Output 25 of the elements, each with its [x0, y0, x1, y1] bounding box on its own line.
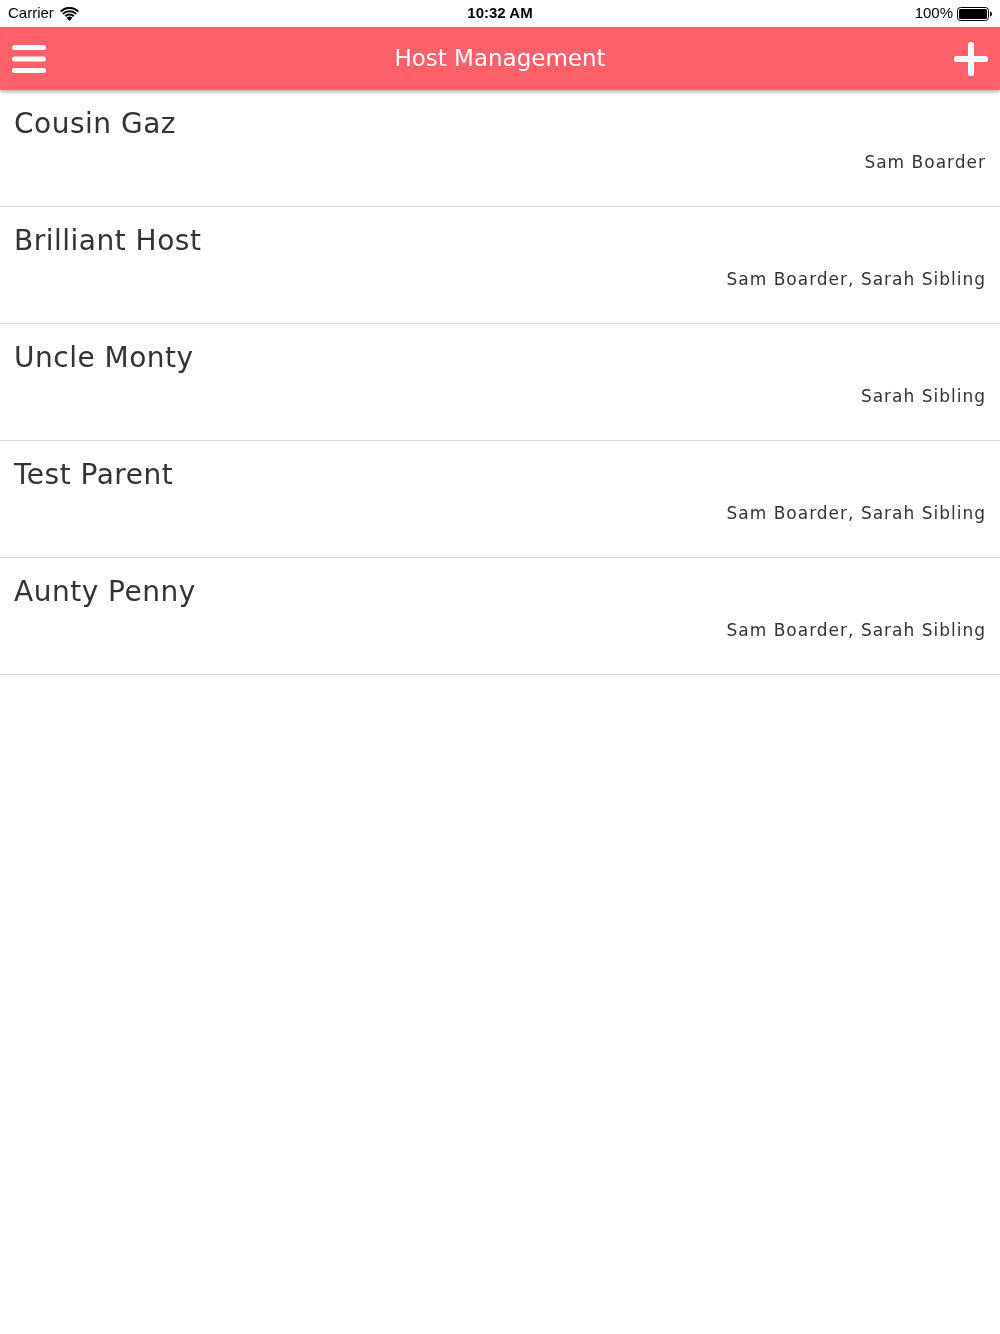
- host-list-item[interactable]: Test Parent Sam Boarder, Sarah Sibling: [0, 441, 1000, 558]
- host-list-item[interactable]: Aunty Penny Sam Boarder, Sarah Sibling: [0, 558, 1000, 675]
- menu-button[interactable]: [12, 43, 46, 74]
- plus-icon: [954, 41, 988, 76]
- status-time: 10:32 AM: [467, 3, 533, 24]
- add-button[interactable]: [954, 41, 988, 76]
- battery-percent: 100%: [914, 3, 953, 24]
- host-list-item[interactable]: Cousin Gaz Sam Boarder: [0, 90, 1000, 207]
- host-members: Sam Boarder, Sarah Sibling: [726, 268, 986, 291]
- host-name: Test Parent: [14, 457, 174, 493]
- host-list-item[interactable]: Uncle Monty Sarah Sibling: [0, 324, 1000, 441]
- host-members: Sam Boarder: [864, 151, 986, 174]
- header-title: Host Management: [394, 44, 606, 74]
- host-name: Cousin Gaz: [14, 106, 176, 142]
- battery-icon: [957, 6, 992, 21]
- host-list-item[interactable]: Brilliant Host Sam Boarder, Sarah Sibling: [0, 207, 1000, 324]
- host-members: Sarah Sibling: [860, 385, 986, 408]
- carrier-name: Carrier: [8, 3, 54, 24]
- host-name: Uncle Monty: [14, 340, 194, 376]
- host-members: Sam Boarder, Sarah Sibling: [726, 502, 986, 525]
- host-name: Aunty Penny: [14, 574, 196, 610]
- host-members: Sam Boarder, Sarah Sibling: [726, 619, 986, 642]
- menu-icon: [12, 43, 46, 74]
- wifi-icon: [59, 6, 79, 21]
- host-name: Brilliant Host: [14, 223, 202, 259]
